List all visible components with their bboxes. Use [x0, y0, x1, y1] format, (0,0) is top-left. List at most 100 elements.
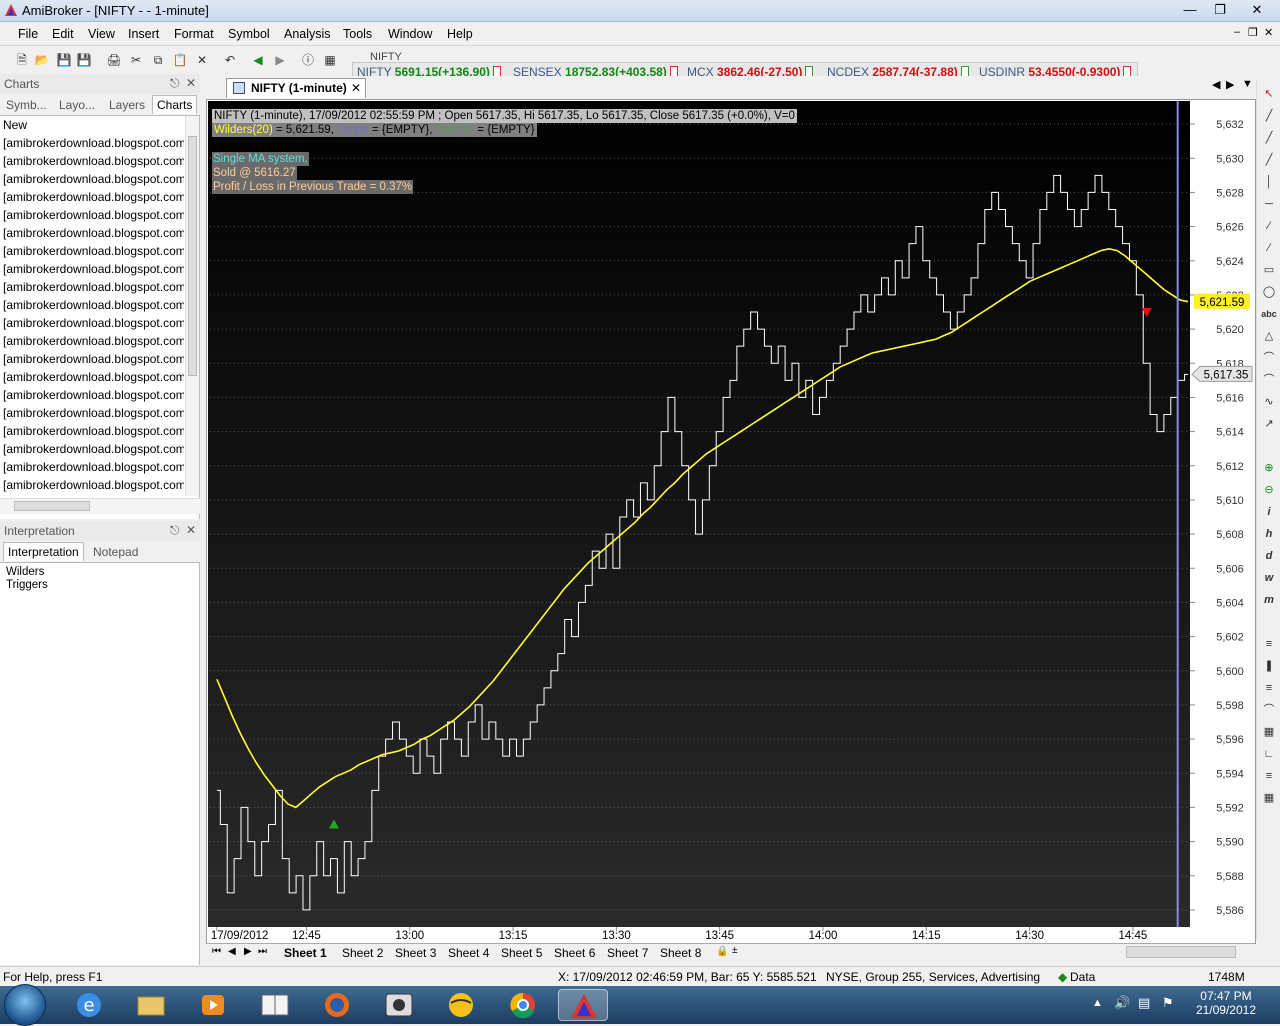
andrews-pitchfork-icon[interactable]: ≡: [1261, 768, 1277, 784]
tab-notepad[interactable]: Notepad: [90, 544, 141, 560]
chart-list-item[interactable]: [amibrokerdownload.blogspot.com]: [0, 458, 184, 476]
back-icon[interactable]: ◀: [250, 52, 266, 68]
mdi-minimize-button[interactable]: –: [1234, 26, 1240, 38]
chart-list-item[interactable]: [amibrokerdownload.blogspot.com]: [0, 242, 184, 260]
menu-insert[interactable]: Insert: [128, 27, 159, 41]
price-chart[interactable]: 5,586 5,588 5,590 5,592 5,594 5,596 5,598 5,600…: [208, 101, 1254, 941]
chart-list-item[interactable]: [amibrokerdownload.blogspot.com]: [0, 170, 184, 188]
fib-arc-icon[interactable]: ⌒: [1261, 702, 1277, 718]
save-all-icon[interactable]: 💾: [76, 52, 92, 68]
undo-icon[interactable]: ↶: [222, 52, 238, 68]
sheet-tab-4[interactable]: Sheet 4: [448, 946, 489, 960]
volume-icon[interactable]: 🔊: [1114, 995, 1130, 1011]
chart-list-item[interactable]: [amibrokerdownload.blogspot.com]: [0, 134, 184, 152]
zoom-out-icon[interactable]: ⊖: [1261, 482, 1277, 498]
mdi-close-button[interactable]: ✕: [1264, 26, 1273, 39]
tab-symbols[interactable]: Symb...: [3, 97, 50, 113]
gann-fan-icon[interactable]: ∟: [1261, 746, 1277, 762]
save-icon[interactable]: 💾: [56, 52, 72, 68]
interval-daily-icon[interactable]: d: [1261, 548, 1277, 564]
copy-icon[interactable]: ⧉: [150, 52, 166, 68]
ray-icon[interactable]: ╱: [1261, 130, 1277, 146]
fib-time-icon[interactable]: ❚: [1261, 658, 1277, 674]
close-button[interactable]: ✕: [1237, 0, 1277, 20]
rectangle-icon[interactable]: ▭: [1261, 262, 1277, 278]
firefox-icon[interactable]: [312, 989, 362, 1021]
curve-icon[interactable]: ⌒: [1261, 372, 1277, 388]
tab-interpretation[interactable]: Interpretation: [3, 542, 84, 561]
app-icon[interactable]: [374, 989, 424, 1021]
ebook-icon[interactable]: [250, 989, 300, 1021]
menu-edit[interactable]: Edit: [52, 27, 74, 41]
sheet-tab-5[interactable]: Sheet 5: [501, 946, 542, 960]
chart-list-item[interactable]: [amibrokerdownload.blogspot.com]: [0, 440, 184, 458]
start-button[interactable]: [4, 984, 46, 1026]
internet-explorer-icon[interactable]: e: [64, 989, 114, 1021]
explorer-icon[interactable]: [126, 989, 176, 1021]
chart-list-item[interactable]: [amibrokerdownload.blogspot.com]: [0, 296, 184, 314]
chart-list-item[interactable]: [amibrokerdownload.blogspot.com]: [0, 422, 184, 440]
menu-file[interactable]: File: [18, 27, 38, 41]
scale-icon[interactable]: ±: [732, 945, 738, 956]
chart-list-item[interactable]: [amibrokerdownload.blogspot.com]: [0, 476, 184, 494]
tab-scroll-left-icon[interactable]: ◀: [1212, 78, 1220, 91]
cycle-lines-icon[interactable]: ▦: [1261, 790, 1277, 806]
chart-list-item[interactable]: [amibrokerdownload.blogspot.com]: [0, 260, 184, 278]
close-panel-icon[interactable]: ✕: [186, 76, 196, 90]
chart-list-item[interactable]: [amibrokerdownload.blogspot.com]: [0, 206, 184, 224]
select-arrow-icon[interactable]: ↖: [1261, 86, 1277, 102]
chart-list-item[interactable]: [amibrokerdownload.blogspot.com]: [0, 224, 184, 242]
tab-scroll-right-icon[interactable]: ▶: [1226, 78, 1234, 91]
arrow-tool-icon[interactable]: ↗: [1261, 416, 1277, 432]
tray-expand-icon[interactable]: ▲: [1092, 997, 1103, 1009]
new-file-icon[interactable]: 🗎: [14, 52, 30, 68]
sheet-prev-icon[interactable]: ◀: [228, 946, 236, 957]
gann-grid-icon[interactable]: ▦: [1261, 724, 1277, 740]
sheet-last-icon[interactable]: ⏭: [258, 946, 267, 957]
tab-layouts[interactable]: Layo...: [56, 97, 98, 113]
pin-icon[interactable]: ⎋: [170, 523, 180, 538]
forward-icon[interactable]: ▶: [272, 52, 288, 68]
interval-tick-icon[interactable]: i: [1261, 504, 1277, 520]
sheet-tab-2[interactable]: Sheet 2: [342, 946, 383, 960]
print-icon[interactable]: 🖨: [106, 52, 122, 68]
sheet-tab-8[interactable]: Sheet 8: [660, 946, 701, 960]
doc-tab-close-icon[interactable]: ✕: [351, 81, 361, 95]
vertical-line-icon[interactable]: │: [1261, 174, 1277, 190]
menu-tools[interactable]: Tools: [343, 27, 372, 41]
pin-icon[interactable]: ⎋: [170, 76, 180, 91]
menu-symbol[interactable]: Symbol: [228, 27, 270, 41]
chrome-icon[interactable]: [498, 989, 548, 1021]
menu-view[interactable]: View: [88, 27, 115, 41]
minimize-button[interactable]: —: [1175, 0, 1205, 20]
charts-list-vscrollbar[interactable]: [185, 116, 199, 496]
menu-format[interactable]: Format: [174, 27, 214, 41]
chart-list-item[interactable]: [amibrokerdownload.blogspot.com]: [0, 152, 184, 170]
chart-list-item[interactable]: [amibrokerdownload.blogspot.com]: [0, 404, 184, 422]
zoom-in-icon[interactable]: ⊕: [1261, 460, 1277, 476]
extended-line-icon[interactable]: ╱: [1261, 152, 1277, 168]
lock-icon[interactable]: 🔒: [716, 946, 728, 957]
triangle-icon[interactable]: △: [1261, 328, 1277, 344]
cut-icon[interactable]: ✂: [128, 52, 144, 68]
tab-charts[interactable]: Charts: [152, 95, 198, 114]
interval-weekly-icon[interactable]: w: [1261, 570, 1277, 586]
sheet-tab-1[interactable]: Sheet 1: [284, 946, 327, 960]
fib-ext-icon[interactable]: ≡: [1261, 680, 1277, 696]
channel-icon[interactable]: ∕: [1261, 240, 1277, 256]
sheet-tab-6[interactable]: Sheet 6: [554, 946, 595, 960]
zigzag-icon[interactable]: ∿: [1261, 394, 1277, 410]
tab-list-icon[interactable]: ▼: [1242, 78, 1253, 90]
horizontal-line-icon[interactable]: ─: [1261, 196, 1277, 212]
chart-list-item[interactable]: [amibrokerdownload.blogspot.com]: [0, 332, 184, 350]
mdi-restore-button[interactable]: ❐: [1248, 26, 1258, 39]
flag-icon[interactable]: ⚑: [1162, 995, 1174, 1011]
charts-list-hscrollbar[interactable]: [0, 498, 200, 514]
doc-tab-nifty[interactable]: NIFTY (1-minute) ✕: [226, 78, 366, 98]
open-folder-icon[interactable]: 📂: [34, 52, 50, 68]
menu-help[interactable]: Help: [447, 27, 473, 41]
parallel-lines-icon[interactable]: ∕: [1261, 218, 1277, 234]
sheet-first-icon[interactable]: ⏮: [212, 946, 221, 957]
status-data[interactable]: Data: [1070, 970, 1095, 984]
trendline-icon[interactable]: ╱: [1261, 108, 1277, 124]
